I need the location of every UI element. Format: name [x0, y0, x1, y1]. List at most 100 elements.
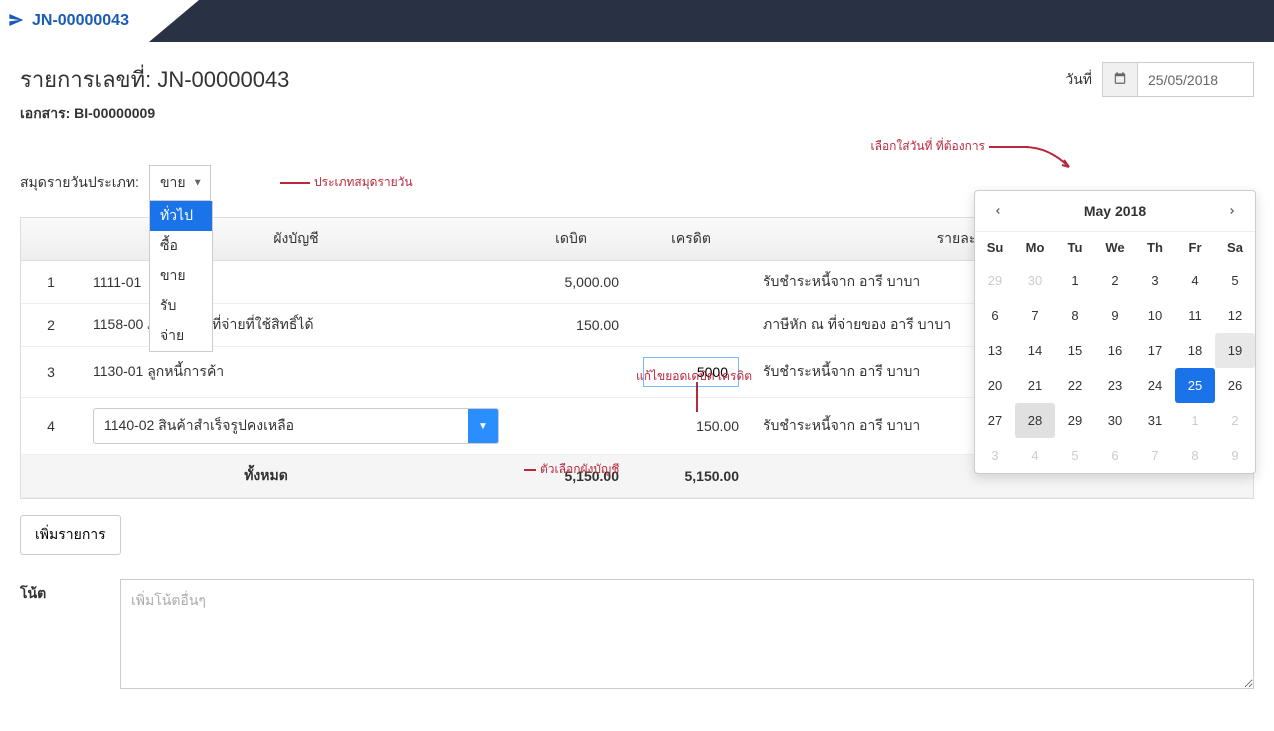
calendar-day[interactable]: 7: [1015, 298, 1055, 333]
calendar-day[interactable]: 28: [1015, 403, 1055, 438]
calendar-day[interactable]: 5: [1215, 263, 1255, 298]
calendar-day[interactable]: 16: [1095, 333, 1135, 368]
debit-cell[interactable]: [511, 347, 631, 398]
page-title: รายการเลขที่: JN-00000043: [20, 62, 289, 97]
calendar-day[interactable]: 18: [1175, 333, 1215, 368]
calendar-prev-button[interactable]: [987, 201, 1009, 221]
calendar-day[interactable]: 6: [1095, 438, 1135, 473]
credit-help-annotation: แก้ไขยอดเดบิต เครดิต: [636, 367, 752, 386]
calendar-day[interactable]: 30: [1015, 263, 1055, 298]
calendar-next-button[interactable]: [1221, 201, 1243, 221]
calendar-day[interactable]: 4: [1175, 263, 1215, 298]
account-cell[interactable]: 1140-02 สินค้าสำเร็จรูปคงเหลือ▼: [81, 398, 511, 455]
calendar-day[interactable]: 2: [1215, 403, 1255, 438]
calendar-day[interactable]: 10: [1135, 298, 1175, 333]
notes-textarea[interactable]: [120, 579, 1254, 689]
calendar-day[interactable]: 9: [1095, 298, 1135, 333]
document-number: เอกสาร: BI-00000009: [20, 103, 289, 125]
calendar-day[interactable]: 1: [1055, 263, 1095, 298]
calendar-day[interactable]: 13: [975, 333, 1015, 368]
calendar-day[interactable]: 30: [1095, 403, 1135, 438]
col-account: ผังบัญชี: [81, 218, 511, 261]
calendar-day[interactable]: 21: [1015, 368, 1055, 403]
journal-type-dropdown: ทั่วไปซื้อขายรับจ่าย: [149, 201, 213, 352]
calendar-day[interactable]: 29: [975, 263, 1015, 298]
calendar-day-header: Tu: [1055, 232, 1095, 263]
calendar-day[interactable]: 9: [1215, 438, 1255, 473]
calendar-day-header: Fr: [1175, 232, 1215, 263]
account-select[interactable]: 1140-02 สินค้าสำเร็จรูปคงเหลือ▼: [93, 408, 499, 444]
date-input-wrapper[interactable]: [1102, 62, 1254, 97]
debit-cell[interactable]: 5,000.00: [511, 261, 631, 304]
calendar-day[interactable]: 8: [1175, 438, 1215, 473]
calendar-day[interactable]: 3: [1135, 263, 1175, 298]
calendar-day[interactable]: 20: [975, 368, 1015, 403]
calendar-day-header: Su: [975, 232, 1015, 263]
journal-type-label: สมุดรายวันประเภท:: [20, 172, 139, 194]
col-debit: เดบิต: [511, 218, 631, 261]
calendar-day[interactable]: 27: [975, 403, 1015, 438]
account-cell[interactable]: 1130-01 ลูกหนี้การค้า: [81, 347, 511, 398]
journal-type-select[interactable]: ขาย: [149, 165, 211, 201]
col-num: [21, 218, 81, 261]
calendar-day[interactable]: 3: [975, 438, 1015, 473]
calendar-day[interactable]: 15: [1055, 333, 1095, 368]
journal-type-option[interactable]: ซื้อ: [150, 231, 212, 261]
calendar-day[interactable]: 31: [1135, 403, 1175, 438]
calendar-day[interactable]: 25: [1175, 368, 1215, 403]
calendar-day[interactable]: 4: [1015, 438, 1055, 473]
calendar-day[interactable]: 7: [1135, 438, 1175, 473]
account-help-annotation: ตัวเลือกผังบัญชี: [524, 460, 619, 479]
add-row-button[interactable]: เพิ่มรายการ: [20, 515, 121, 555]
calendar-day[interactable]: 6: [975, 298, 1015, 333]
account-select-text: 1140-02 สินค้าสำเร็จรูปคงเหลือ: [94, 409, 468, 443]
calendar-icon[interactable]: [1103, 63, 1138, 96]
calendar-day[interactable]: 11: [1175, 298, 1215, 333]
account-cell[interactable]: 1158-00 ภาษีหัก ณ ที่จ่ายที่ใช้สิทธิ์ได้: [81, 304, 511, 347]
calendar-day[interactable]: 17: [1135, 333, 1175, 368]
date-help-annotation: เลือกใส่วันที่ ที่ต้องการ: [870, 137, 1029, 156]
title-block: รายการเลขที่: JN-00000043 เอกสาร: BI-000…: [20, 62, 289, 125]
calendar-day[interactable]: 12: [1215, 298, 1255, 333]
calendar-day-header: Th: [1135, 232, 1175, 263]
credit-cell[interactable]: [631, 261, 751, 304]
notes-label: โน้ต: [20, 579, 100, 689]
calendar-month-label[interactable]: May 2018: [1084, 203, 1146, 219]
calendar-day[interactable]: 29: [1055, 403, 1095, 438]
calendar-day[interactable]: 1: [1175, 403, 1215, 438]
calendar-day[interactable]: 19: [1215, 333, 1255, 368]
app-header: JN-00000043: [0, 0, 1274, 42]
annotation-line-icon: [696, 382, 698, 412]
account-select-dropdown-button[interactable]: ▼: [468, 409, 498, 443]
row-number: 4: [21, 398, 81, 455]
total-label: ทั้งหมด: [21, 455, 511, 498]
calendar-day[interactable]: 23: [1095, 368, 1135, 403]
calendar-day[interactable]: 24: [1135, 368, 1175, 403]
credit-cell[interactable]: [631, 304, 751, 347]
calendar-day[interactable]: 2: [1095, 263, 1135, 298]
calendar-day[interactable]: 22: [1055, 368, 1095, 403]
calendar-day[interactable]: 5: [1055, 438, 1095, 473]
journal-type-help-annotation: ประเภทสมุดรายวัน: [280, 173, 413, 192]
journal-type-option[interactable]: จ่าย: [150, 321, 212, 351]
header-tab: JN-00000043: [0, 0, 199, 42]
debit-cell[interactable]: [511, 398, 631, 455]
date-picker-calendar: May 2018 SuMoTuWeThFrSa29301234567891011…: [974, 190, 1256, 474]
calendar-day[interactable]: 26: [1215, 368, 1255, 403]
calendar-day[interactable]: 8: [1055, 298, 1095, 333]
credit-cell[interactable]: 150.00: [631, 398, 751, 455]
journal-type-option[interactable]: ขาย: [150, 261, 212, 291]
calendar-day[interactable]: 14: [1015, 333, 1055, 368]
debit-cell[interactable]: 150.00: [511, 304, 631, 347]
date-label: วันที่: [1065, 69, 1092, 91]
row-number: 2: [21, 304, 81, 347]
account-cell[interactable]: 1111-01: [81, 261, 511, 304]
journal-type-option[interactable]: รับ: [150, 291, 212, 321]
journal-type-option[interactable]: ทั่วไป: [150, 201, 212, 231]
row-number: 3: [21, 347, 81, 398]
date-input[interactable]: [1138, 64, 1253, 96]
calendar-day-header: We: [1095, 232, 1135, 263]
calendar-day-header: Mo: [1015, 232, 1055, 263]
paper-plane-icon: [8, 12, 24, 31]
journal-number-label: JN-00000043: [32, 12, 129, 30]
